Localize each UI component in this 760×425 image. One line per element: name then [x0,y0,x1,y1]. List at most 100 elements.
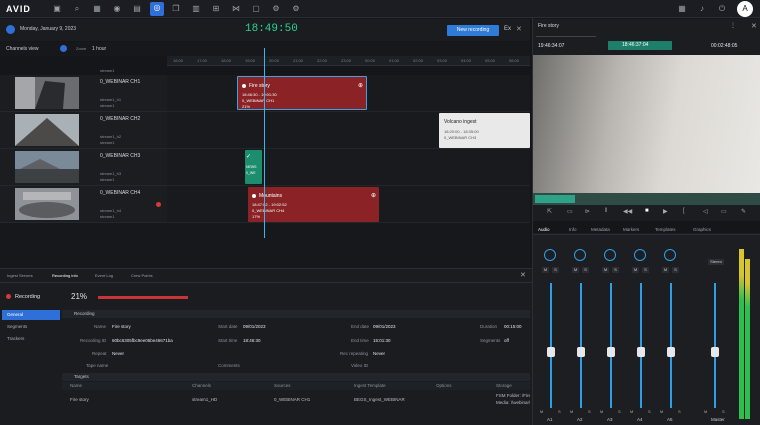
channel-row[interactable]: 0_WEBINAR CH2 stream1_h2 stream1 [0,112,167,149]
block-percent: 21% [242,104,251,109]
library-icon[interactable]: ▤ [131,3,143,15]
solo-button[interactable]: S [582,267,589,273]
channel-row[interactable]: 0_WEBINAR CH4 stream1_h4 stream1 [0,186,167,223]
step-icon[interactable]: ‖ [605,208,607,214]
tab-recording-info[interactable]: Recording info [52,273,78,278]
forward-icon[interactable]: ▶ [663,208,668,215]
pan-knob[interactable] [664,249,676,261]
eye-icon[interactable]: ◉ [111,3,123,15]
fader-knob[interactable] [637,346,645,357]
name-value: Fire story [112,324,131,329]
pan-knob[interactable] [544,249,556,261]
fader-knob[interactable] [607,346,615,357]
tab-markers[interactable]: Markers [623,227,639,232]
block-menu-icon[interactable]: ⊕ [358,82,363,89]
divider [533,234,760,235]
channel-stream: stream1 [100,214,115,219]
tab-graphics[interactable]: Graphics [693,227,711,232]
section-targets[interactable]: Targets [62,373,530,381]
table-row[interactable]: Fire story stream1_HD 0_WEBINAR CH1 BEGS… [62,393,530,409]
mute-button[interactable]: M [572,267,579,273]
fader-knob[interactable] [547,346,555,357]
next-icon[interactable]: ◁ [703,208,708,215]
side-general[interactable]: General [2,310,60,320]
mark-out-icon[interactable]: [ [683,208,685,214]
new-recording-button[interactable]: New recording [447,25,499,36]
tab-templates[interactable]: Templates [655,227,676,232]
mute-button[interactable]: M [662,267,669,273]
bookmark-icon[interactable]: ❐ [170,3,182,15]
channel-label: A3 [607,417,613,422]
power-icon[interactable]: ⏻ [716,3,728,15]
block-menu-icon[interactable]: ⊕ [371,192,376,199]
frame-icon[interactable]: ▭ [567,208,573,215]
side-trackers[interactable]: Trackers [2,334,60,344]
fader-knob[interactable] [667,346,675,357]
trim-icon[interactable]: ⇱ [547,208,552,215]
repeat-value: Never [112,351,125,356]
timeline-lane[interactable] [167,149,530,186]
more-icon[interactable]: ⋮ [730,22,736,29]
section-recording[interactable]: Recording [62,310,530,318]
filter-icon[interactable] [60,45,67,52]
edit-icon[interactable]: ▢ [250,3,262,15]
monitor-title[interactable]: Fire story [538,23,559,29]
tab-info[interactable]: Info [569,227,577,232]
pan-knob[interactable] [634,249,646,261]
gear-icon[interactable]: ⚙ [270,3,282,15]
channel-row[interactable]: 0_WEBINAR CH3 stream1_h3 stream1 [0,149,167,186]
play-icon[interactable]: ■ [645,208,649,214]
calendar-icon[interactable] [6,25,15,34]
tab-crew-points[interactable]: Crew Points [131,273,153,278]
recording-block-green[interactable]: ✓ NEWS 0_WE [245,150,262,184]
channel-row[interactable]: 0_WEBINAR CH1 stream1_h1 stream1 [0,75,167,112]
export-icon[interactable]: ▭ [721,208,727,215]
share-icon[interactable]: ⋈ [230,3,242,15]
grid-icon[interactable]: ▦ [91,3,103,15]
layers-icon[interactable]: ▥ [190,3,202,15]
avatar[interactable]: A [737,1,753,17]
solo-button[interactable]: S [642,267,649,273]
solo-button[interactable]: S [612,267,619,273]
close-icon[interactable]: ✕ [516,25,522,33]
side-segments[interactable]: Segments [2,322,60,332]
settings-icon[interactable]: ⚙ [290,3,302,15]
tab-metadata[interactable]: Metadata [591,227,610,232]
pan-knob[interactable] [574,249,586,261]
tab-event-log[interactable]: Event Log [95,273,113,278]
mute-button[interactable]: M [602,267,609,273]
frame-icon[interactable]: ⊞ [210,3,222,15]
channel-thumbnail [15,151,79,183]
solo-button[interactable]: S [672,267,679,273]
zoom-select[interactable]: 1 hour [92,46,106,52]
bell-icon[interactable]: ♪ [696,3,708,15]
mark-in-icon[interactable]: ⊳ [585,208,590,215]
fader-knob[interactable] [577,346,585,357]
record-icon[interactable]: ◎ [150,2,164,16]
stereo-button[interactable]: Stereo [708,259,724,265]
close-icon[interactable]: ✕ [751,22,757,30]
rewind-icon[interactable]: ◀◀ [623,208,632,215]
exit-button[interactable]: Ex [504,26,511,32]
mute-button[interactable]: M [542,267,549,273]
date-label[interactable]: Monday, January 9, 2023 [20,26,76,32]
preview-timeline[interactable] [533,193,760,205]
view-mode-select[interactable]: Channels view [6,46,39,52]
folder-icon[interactable]: ▣ [51,3,63,15]
search-icon[interactable]: ⌕ [71,3,83,15]
close-panel-icon[interactable]: ✕ [520,271,526,279]
video-preview[interactable] [533,55,760,205]
grid-small-icon[interactable]: ▦ [676,3,688,15]
fader-knob[interactable] [711,346,719,357]
edit-icon[interactable]: ✎ [741,208,746,215]
pan-knob[interactable] [604,249,616,261]
solo-button[interactable]: S [552,267,559,273]
recording-block-volcano[interactable]: Volcano ingest 18:20:00 - 18:35:00 0_WEB… [439,113,530,148]
block-percent: 17% [252,214,261,219]
recording-block-mountains[interactable]: Mountains 18:47:52 - 19:02:52 0_WEBINAR … [248,187,379,222]
tab-ingest-servers[interactable]: Ingest Servers [7,273,33,278]
mute-button[interactable]: M [632,267,639,273]
playhead[interactable] [264,48,265,238]
recording-block-fire[interactable]: Fire story 18:46:30 - 19:01:30 0_WEBINAR… [237,76,367,110]
tab-audio[interactable]: Audio [538,227,550,232]
